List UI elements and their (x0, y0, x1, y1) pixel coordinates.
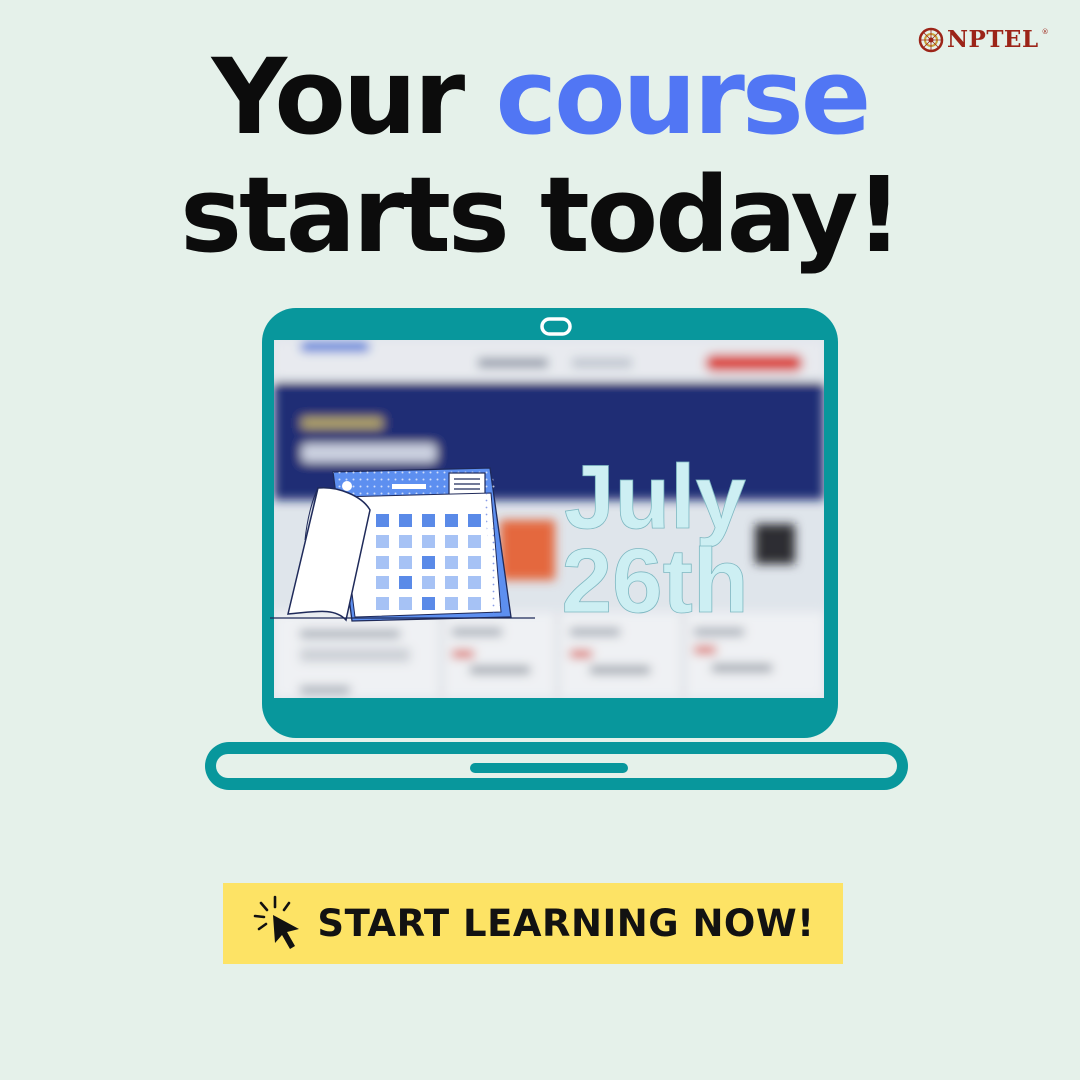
laptop-icon: July 26th (262, 308, 838, 738)
trackpad-notch (470, 763, 628, 773)
date-day: 26th (561, 531, 748, 632)
start-learning-button[interactable]: START LEARNING NOW! (223, 883, 843, 964)
cursor-click-icon (254, 895, 300, 949)
start-learning-label: START LEARNING NOW! (317, 902, 815, 945)
laptop-base (205, 742, 908, 790)
